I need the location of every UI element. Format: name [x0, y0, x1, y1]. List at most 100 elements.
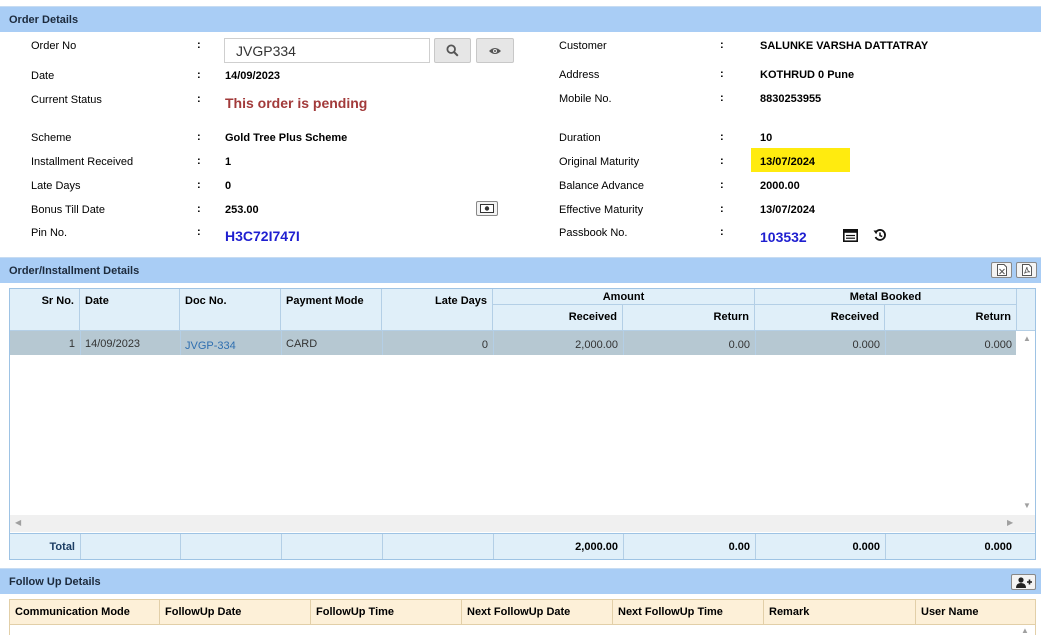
scroll-up-icon[interactable]: ▲	[1021, 626, 1029, 635]
colon: :	[720, 226, 724, 238]
cell-metal-received: 0.000	[852, 339, 880, 351]
cell-sr-no: 1	[68, 338, 75, 350]
export-excel-button[interactable]	[991, 262, 1012, 278]
col-group-metal-booked: Metal Booked	[755, 289, 1017, 305]
cell-date: 14/09/2023	[85, 338, 141, 350]
installment-received-label: Installment Received	[31, 156, 134, 168]
installment-details-header: Order/Installment Details	[0, 257, 1041, 283]
cell-doc-no-link[interactable]: JVGP-334	[180, 335, 281, 357]
total-metal-return: 0.000	[984, 541, 1012, 553]
original-maturity-label: Original Maturity	[559, 156, 640, 168]
search-button[interactable]	[434, 38, 471, 63]
bonus-till-date-label: Bonus Till Date	[31, 204, 105, 216]
excel-icon	[996, 264, 1007, 276]
cash-icon	[480, 204, 494, 213]
cell-amount-received: 2,000.00	[575, 339, 618, 351]
colon: :	[720, 68, 724, 80]
col-metal-received[interactable]: Received	[755, 305, 885, 331]
col-metal-return[interactable]: Return	[885, 305, 1017, 331]
address-value: KOTHRUD 0 Pune	[760, 69, 855, 81]
eye-icon	[489, 47, 501, 54]
col-doc-no[interactable]: Doc No.	[180, 289, 281, 331]
installment-received-value: 1	[225, 156, 232, 168]
scroll-down-icon[interactable]: ▼	[1023, 501, 1031, 510]
customer-value: SALUNKE VARSHA DATTATRAY	[760, 40, 929, 52]
col-divider	[382, 534, 383, 559]
current-status-label: Current Status	[31, 94, 102, 106]
history-button[interactable]	[873, 228, 887, 245]
effective-maturity-label: Effective Maturity	[559, 204, 644, 216]
col-amount-received[interactable]: Received	[493, 305, 623, 331]
colon: :	[720, 39, 724, 51]
colon: :	[197, 131, 201, 143]
colon: :	[197, 203, 201, 215]
col-payment-mode[interactable]: Payment Mode	[281, 289, 382, 331]
colon: :	[197, 155, 201, 167]
pin-no-label: Pin No.	[31, 227, 68, 239]
horizontal-scrollbar[interactable]: ◀ ▶	[10, 515, 1035, 532]
scheme-label: Scheme	[31, 132, 72, 144]
cell-metal-return: 0.000	[984, 339, 1012, 351]
mobile-value: 8830253955	[760, 93, 822, 105]
list-icon	[843, 229, 858, 242]
col-divider	[281, 534, 282, 559]
mobile-label: Mobile No.	[559, 93, 612, 105]
col-date[interactable]: Date	[80, 289, 180, 331]
colon: :	[720, 92, 724, 104]
bonus-value: 253.00	[225, 204, 259, 216]
order-no-label: Order No	[31, 40, 77, 52]
scheme-value: Gold Tree Plus Scheme	[225, 132, 348, 144]
col-next-followup-date[interactable]: Next FollowUp Date	[462, 599, 613, 625]
col-amount-return[interactable]: Return	[623, 305, 755, 331]
late-days-value: 0	[225, 180, 232, 192]
colon: :	[197, 93, 201, 105]
passbook-list-button[interactable]	[843, 229, 858, 245]
effective-maturity-value: 13/07/2024	[760, 204, 816, 216]
date-label: Date	[31, 70, 55, 82]
view-button[interactable]	[476, 38, 514, 63]
col-remark[interactable]: Remark	[764, 599, 916, 625]
late-days-label: Late Days	[31, 180, 81, 192]
cell-late-days: 0	[481, 339, 488, 351]
scroll-up-icon[interactable]: ▲	[1023, 334, 1031, 343]
colon: :	[197, 226, 201, 238]
col-user-name[interactable]: User Name	[916, 599, 1036, 625]
original-maturity-value: 13/07/2024	[760, 156, 816, 168]
balance-advance-value: 2000.00	[760, 180, 800, 192]
col-followup-time[interactable]: FollowUp Time	[311, 599, 462, 625]
bonus-cash-button[interactable]	[476, 201, 498, 216]
colon: :	[720, 179, 724, 191]
col-group-amount: Amount	[493, 289, 755, 305]
passbook-value: 103532	[760, 229, 807, 245]
col-communication-mode[interactable]: Communication Mode	[9, 599, 160, 625]
header-filler	[1017, 289, 1035, 331]
col-sr-no[interactable]: Sr No.	[10, 289, 80, 331]
total-metal-received: 0.000	[852, 541, 880, 553]
total-label: Total	[49, 541, 75, 553]
cell-amount-return: 0.00	[728, 339, 750, 351]
follow-up-grid-body	[9, 625, 1036, 635]
duration-label: Duration	[559, 132, 601, 144]
col-late-days[interactable]: Late Days	[382, 289, 493, 331]
total-amount-received: 2,000.00	[575, 541, 618, 553]
export-pdf-button[interactable]	[1016, 262, 1037, 278]
colon: :	[720, 131, 724, 143]
search-icon	[446, 44, 459, 57]
date-value: 14/09/2023	[225, 70, 281, 82]
status-value: This order is pending	[225, 95, 368, 111]
duration-value: 10	[760, 132, 773, 144]
colon: :	[197, 179, 201, 191]
follow-up-header: Follow Up Details	[0, 568, 1041, 594]
col-followup-date[interactable]: FollowUp Date	[160, 599, 311, 625]
total-amount-return: 0.00	[728, 541, 750, 553]
col-next-followup-time[interactable]: Next FollowUp Time	[613, 599, 764, 625]
scroll-left-icon[interactable]: ◀	[15, 518, 21, 527]
balance-advance-label: Balance Advance	[559, 180, 645, 192]
order-no-input[interactable]: JVGP334	[224, 38, 430, 63]
add-follow-up-button[interactable]	[1011, 574, 1036, 590]
pdf-icon	[1021, 264, 1032, 276]
history-icon	[873, 229, 886, 241]
colon: :	[197, 69, 201, 81]
scroll-right-icon[interactable]: ▶	[1007, 518, 1013, 527]
vertical-scrollbar[interactable]: ▲ ▼	[1018, 331, 1035, 515]
